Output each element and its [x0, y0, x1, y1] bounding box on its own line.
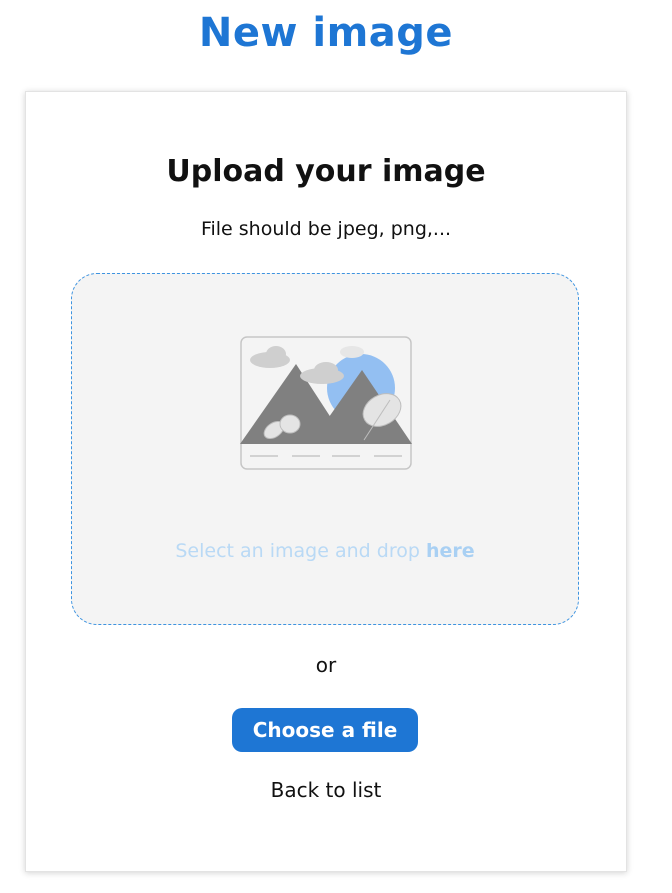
or-separator: or [315, 653, 337, 677]
image-placeholder-icon [240, 336, 412, 470]
dropzone-instruction-prefix: Select an image and drop [175, 540, 426, 562]
back-to-list-link[interactable]: Back to list [26, 778, 626, 802]
dropzone-instruction-emphasis: here [425, 540, 475, 562]
upload-heading: Upload your image [166, 154, 486, 189]
upload-card: Upload your image File should be jpeg, p… [25, 91, 627, 872]
page: New image Upload your image File should … [0, 0, 672, 893]
upload-subtitle: File should be jpeg, png,... [200, 218, 452, 240]
image-dropzone[interactable]: Select an image and drop here [71, 273, 579, 625]
choose-file-button[interactable]: Choose a file [232, 708, 418, 752]
dropzone-instruction: Select an image and drop here [72, 540, 578, 562]
page-title: New image [198, 10, 454, 56]
